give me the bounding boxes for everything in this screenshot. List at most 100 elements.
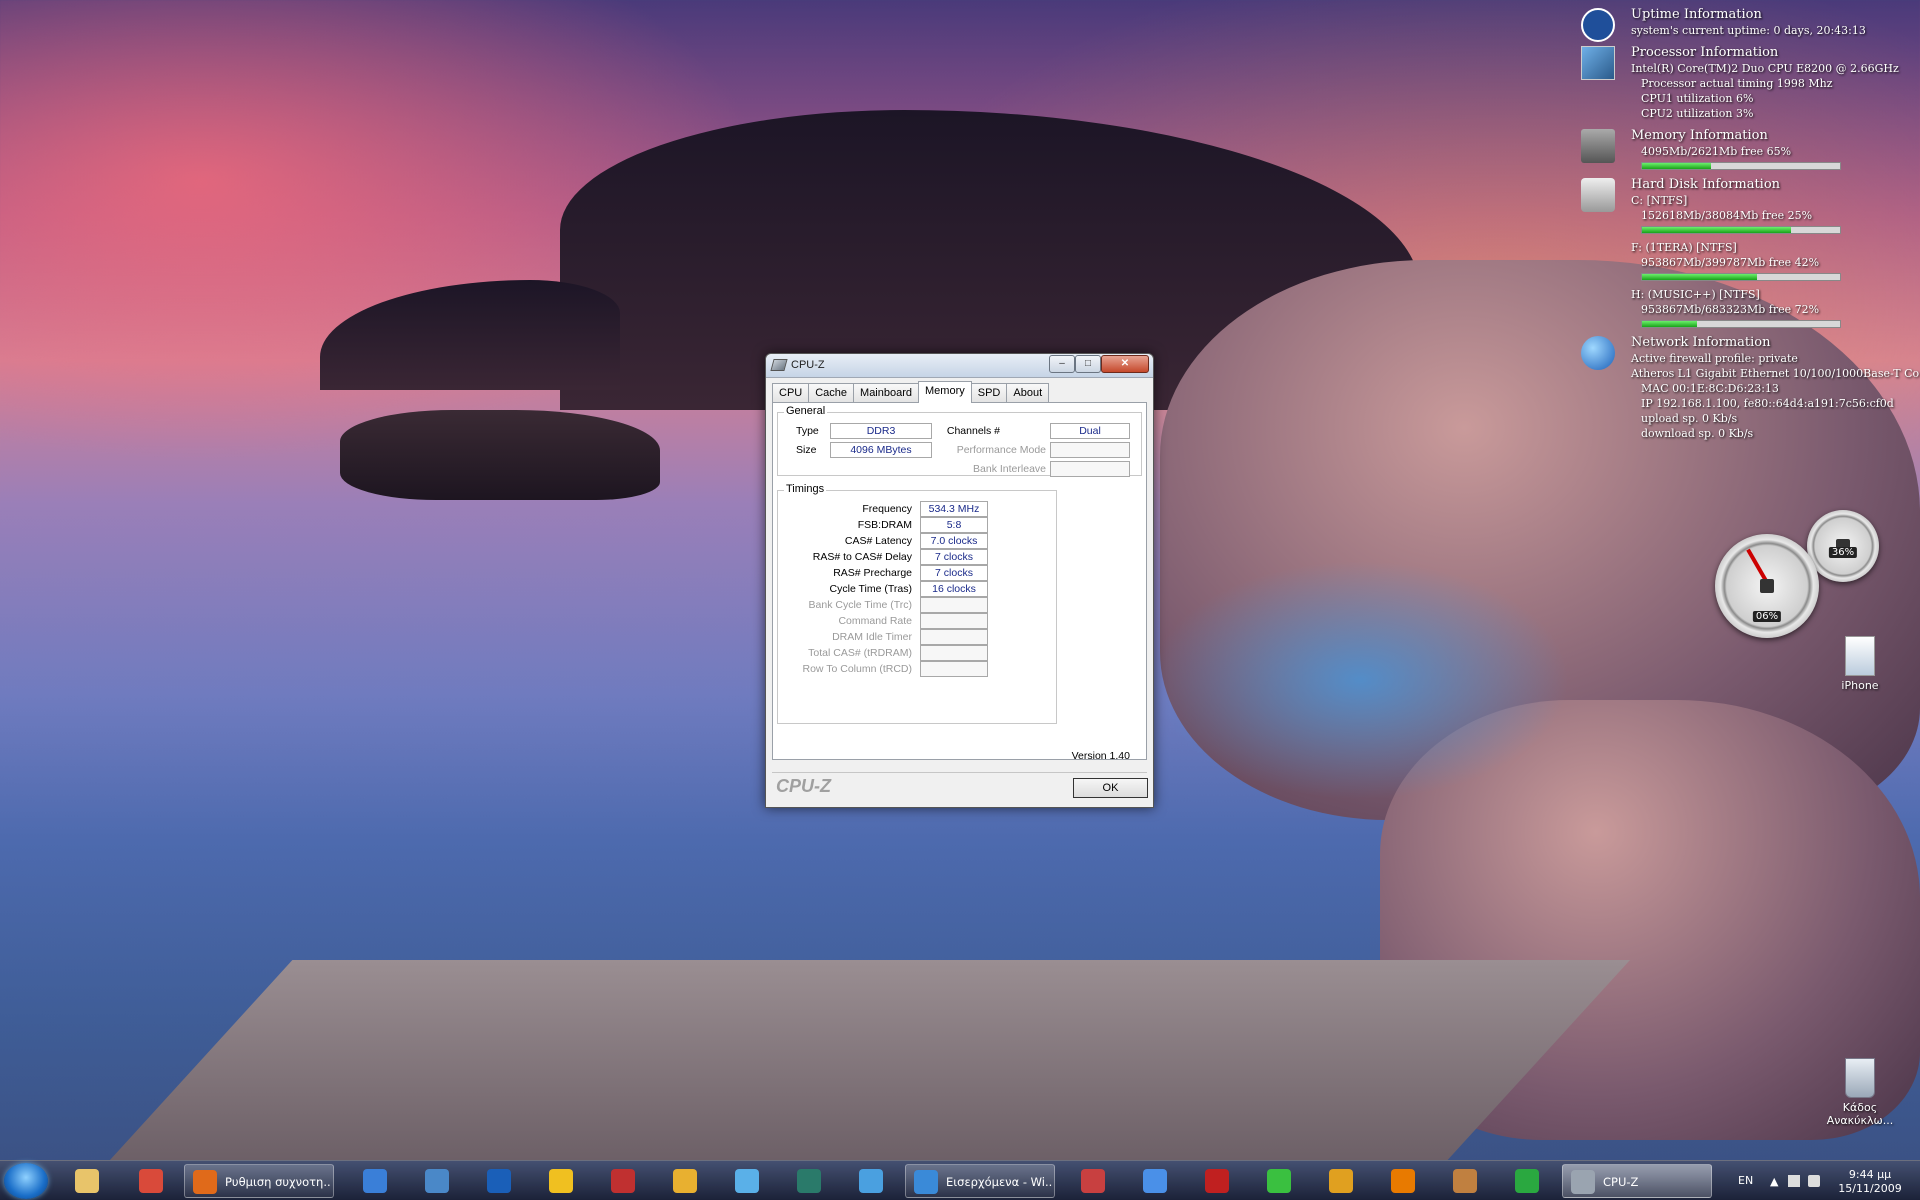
app-icon — [549, 1169, 573, 1193]
taskbar-window-button[interactable]: Ρυθμιση συχνοτη... — [184, 1164, 334, 1198]
taskbar-pinned-app[interactable] — [1314, 1164, 1368, 1198]
timing-value: 5:8 — [920, 517, 988, 533]
timing-label: RAS# to CAS# Delay — [812, 551, 912, 563]
taskbar-pinned-app[interactable] — [534, 1164, 588, 1198]
desktop-icon-recycle-bin[interactable]: Κάδος Ανακύκλω... — [1820, 1058, 1900, 1127]
taskbar-pinned-app[interactable] — [410, 1164, 464, 1198]
taskbar-pinned-app[interactable] — [60, 1164, 114, 1198]
processor-line: CPU1 utilization 6% — [1641, 92, 1754, 105]
disk-usage-bar — [1641, 226, 1841, 234]
app-icon — [363, 1169, 387, 1193]
tab-spd[interactable]: SPD — [970, 383, 1008, 403]
disk-usage-fill — [1642, 274, 1757, 280]
globe-icon — [1581, 336, 1615, 370]
general-group: General Type DDR3 Size 4096 MBytes Chann… — [777, 405, 1142, 477]
tab-cache[interactable]: Cache — [808, 383, 855, 403]
tab-cpu[interactable]: CPU — [772, 383, 810, 403]
network-line: MAC 00:1E:8C:D6:23:13 — [1641, 382, 1779, 395]
app-icon — [75, 1169, 99, 1193]
taskbar-pinned-app[interactable] — [124, 1164, 178, 1198]
cpu-gauge: 06% — [1715, 534, 1819, 638]
app-icon — [1329, 1169, 1353, 1193]
network-tray-icon[interactable] — [1788, 1175, 1800, 1187]
gauge-hub-icon — [1760, 579, 1774, 593]
taskbar-pinned-app[interactable] — [1190, 1164, 1244, 1198]
cpu-gauge-value: 06% — [1752, 610, 1782, 622]
wallpaper-sea-glow — [1150, 560, 1570, 800]
disk-name: F: (1TERA) [NTFS] — [1631, 241, 1737, 254]
uptime-line: system's current uptime: 0 days, 20:43:1… — [1631, 24, 1866, 37]
memory-title: Memory Information — [1631, 128, 1768, 143]
window-titlebar[interactable]: CPU-Z – □ ✕ — [766, 354, 1153, 378]
processor-title: Processor Information — [1631, 45, 1779, 60]
app-icon — [611, 1169, 635, 1193]
taskbar-pinned-app[interactable] — [1252, 1164, 1306, 1198]
volume-icon[interactable] — [1808, 1175, 1820, 1187]
minimize-button[interactable]: – — [1049, 355, 1075, 373]
start-button[interactable] — [4, 1163, 48, 1199]
timing-label: Cycle Time (Tras) — [829, 583, 912, 595]
timings-legend: Timings — [784, 483, 827, 495]
taskbar-window-label: Ρυθμιση συχνοτη... — [225, 1175, 331, 1189]
language-indicator[interactable]: EN — [1738, 1174, 1753, 1187]
network-line: Atheros L1 Gigabit Ethernet 10/100/1000B… — [1631, 367, 1920, 380]
taskbar-window-button[interactable]: Εισερχόμενα - Wi... — [905, 1164, 1055, 1198]
clock[interactable]: 9:44 μμ 15/11/2009 — [1830, 1168, 1910, 1196]
app-icon — [797, 1169, 821, 1193]
tab-about[interactable]: About — [1006, 383, 1050, 403]
wallpaper-pier — [110, 960, 1630, 1160]
tab-memory[interactable]: Memory — [918, 381, 972, 403]
taskbar-pinned-app[interactable] — [1376, 1164, 1430, 1198]
taskbar-window-button[interactable]: CPU-Z — [1562, 1164, 1712, 1198]
tab-mainboard[interactable]: Mainboard — [853, 383, 920, 403]
timing-value: 7.0 clocks — [920, 533, 988, 549]
timing-label: DRAM Idle Timer — [832, 631, 912, 643]
wallpaper-rock-island — [340, 410, 660, 500]
desktop-icon-label: Κάδος Ανακύκλω... — [1826, 1101, 1894, 1127]
memory-gauge-value: 36% — [1828, 547, 1858, 559]
taskbar-pinned-app[interactable] — [658, 1164, 712, 1198]
timing-value — [920, 645, 988, 661]
cpuz-brand-logo: CPU-Z — [776, 776, 831, 796]
disk-name: H: (MUSIC++) [NTFS] — [1631, 288, 1760, 301]
disk-usage-bar — [1641, 320, 1841, 328]
clock-date: 15/11/2009 — [1838, 1182, 1902, 1195]
disk-name: C: [NTFS] — [1631, 194, 1688, 207]
timing-label: RAS# Precharge — [833, 567, 912, 579]
taskbar-pinned-app[interactable] — [1500, 1164, 1554, 1198]
performance-mode-label: Performance Mode — [956, 444, 1046, 456]
taskbar-pinned-app[interactable] — [472, 1164, 526, 1198]
ok-button[interactable]: OK — [1073, 778, 1148, 798]
close-button[interactable]: ✕ — [1101, 355, 1149, 373]
app-icon — [673, 1169, 697, 1193]
maximize-button[interactable]: □ — [1075, 355, 1101, 373]
uptime-title: Uptime Information — [1631, 7, 1762, 22]
taskbar-pinned-app[interactable] — [1438, 1164, 1492, 1198]
taskbar-pinned-app[interactable] — [844, 1164, 898, 1198]
desktop-icon-iphone[interactable]: iPhone — [1820, 636, 1900, 692]
type-value: DDR3 — [830, 423, 932, 439]
size-label: Size — [796, 444, 817, 456]
app-icon — [735, 1169, 759, 1193]
network-line: download sp. 0 Kb/s — [1641, 427, 1754, 440]
network-title: Network Information — [1631, 335, 1771, 350]
memory-usage-fill — [1642, 163, 1712, 169]
cpu-meter-gadget[interactable]: 36% 06% — [1715, 510, 1895, 640]
timing-value: 7 clocks — [920, 549, 988, 565]
window-app-icon — [193, 1170, 217, 1194]
taskbar-pinned-app[interactable] — [1066, 1164, 1120, 1198]
taskbar-pinned-app[interactable] — [720, 1164, 774, 1198]
disk-line: 152618Mb/38084Mb free 25% — [1641, 209, 1813, 222]
show-hidden-icons-icon[interactable]: ▲ — [1770, 1175, 1782, 1188]
type-label: Type — [796, 425, 819, 437]
taskbar-pinned-app[interactable] — [1128, 1164, 1182, 1198]
processor-line: Processor actual timing 1998 Mhz — [1641, 77, 1833, 90]
taskbar-pinned-app[interactable] — [348, 1164, 402, 1198]
folder-icon — [1845, 636, 1875, 676]
app-icon — [1515, 1169, 1539, 1193]
app-icon — [1205, 1169, 1229, 1193]
taskbar-pinned-app[interactable] — [782, 1164, 836, 1198]
taskbar-pinned-app[interactable] — [596, 1164, 650, 1198]
app-icon — [1453, 1169, 1477, 1193]
window-app-icon — [914, 1170, 938, 1194]
